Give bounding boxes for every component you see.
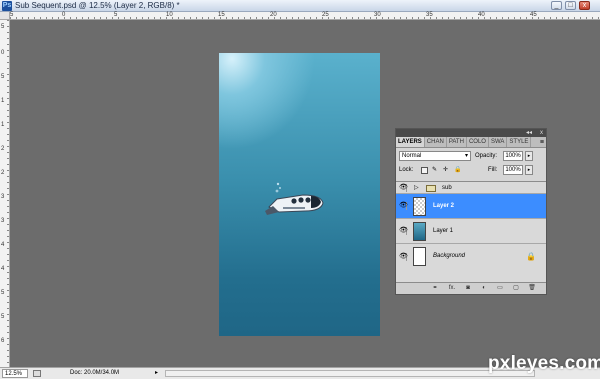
vertical-ruler[interactable]: 5 0 5 1 1 2 2 3 3 4 4 5 5 6 [0,20,10,367]
photoshop-icon: Ps [2,1,12,11]
window-title: Sub Sequent.psd @ 12.5% (Layer 2, RGB/8)… [15,1,180,10]
layer-row-layer-2[interactable]: 👁 Layer 2 [396,194,546,219]
new-layer-icon[interactable]: ▢ [512,285,520,292]
folder-icon [426,185,436,192]
ruler-label: 4 [1,266,5,272]
tab-styles[interactable]: STYLE [507,137,532,147]
layer-thumbnail [413,197,426,216]
ruler-label: 40 [478,12,485,18]
ruler-label: 30 [374,12,381,18]
panel-menu-icon[interactable]: ≡ [540,137,546,147]
tab-swatches[interactable]: SWA [489,137,508,147]
expand-triangle-icon[interactable]: ▷ [414,185,419,191]
document-size: Doc: 20.0M/34.0M [70,370,120,376]
ruler-label: 5 [10,12,14,18]
lock-all-icon[interactable]: 🔒 [454,165,461,175]
minimize-button[interactable]: _ [551,1,562,10]
trash-icon[interactable]: 🗑 [528,285,536,292]
ruler-corner[interactable] [0,12,10,20]
tab-layers[interactable]: LAYERS [396,137,425,147]
fill-slider-button[interactable]: ▸ [525,165,533,175]
eye-icon[interactable]: 👁 [399,202,408,210]
lock-image-icon[interactable]: ✎ [432,165,437,175]
close-button[interactable]: x [579,1,590,10]
layer-name: sub [442,185,452,191]
panel-title-strip[interactable]: ◂◂ x [396,129,546,137]
opacity-label: Opacity: [475,153,498,159]
status-menu-arrow[interactable]: ▸ [155,368,158,379]
ruler-label: 1 [1,122,5,128]
maximize-button[interactable]: □ [565,1,576,10]
fill-label: Fill: [488,167,498,173]
ruler-label: 6 [1,338,5,344]
collapse-panel-button[interactable]: ◂◂ [526,129,532,137]
ruler-label: 3 [1,194,5,200]
ruler-label: 5 [1,314,5,320]
opacity-input[interactable]: 100% [503,151,523,161]
document-canvas[interactable] [219,53,380,336]
watermark-logo: pxleyes.com [488,353,600,374]
chevron-down-icon: ▾ [464,153,468,159]
ruler-label: 5 [1,24,5,30]
ruler-label: 25 [322,12,329,18]
layer-name: Layer 1 [433,228,454,234]
ruler-label: 0 [62,12,66,18]
layer-row-sub[interactable]: 👁 ▷ sub [396,182,546,194]
ruler-label: 4 [1,242,5,248]
ruler-label: 2 [1,146,5,152]
blend-row: Normal ▾ Opacity: 100% ▸ [396,148,546,163]
mask-icon[interactable]: ◙ [464,285,472,292]
layer-thumbnail [413,222,426,241]
horizontal-scrollbar[interactable] [165,370,535,377]
layers-list: 👁 ▷ sub 👁 Layer 2 👁 Layer 1 👁 Background… [396,181,546,283]
document-icon[interactable] [33,370,41,377]
tab-paths[interactable]: PATH [447,137,467,147]
ruler-label: 35 [426,12,433,18]
layer-row-background[interactable]: 👁 Background 🔒 [396,244,546,269]
fx-icon[interactable]: fx. [447,285,457,292]
horizontal-ruler[interactable]: 5 0 5 10 15 20 25 30 35 40 45 [10,12,600,20]
fill-input[interactable]: 100% [503,165,523,175]
ruler-label: 5 [114,12,118,18]
lock-icon: 🔒 [526,252,536,261]
blend-mode-value: Normal [402,153,422,159]
folder-icon[interactable]: ▭ [496,285,504,292]
panel-tabs: LAYERS CHAN PATH COLO SWA STYLE ≡ [396,137,546,148]
link-icon[interactable]: ⚭ [431,285,439,292]
eye-icon[interactable]: 👁 [399,183,408,192]
layer-row-layer-1[interactable]: 👁 Layer 1 [396,219,546,244]
layer-thumbnail [413,247,426,266]
lock-label: Lock: [399,167,414,173]
lock-row: Lock: ✎ ✛ 🔒 Fill: 100% ▸ [396,163,546,178]
ruler-label: 20 [270,12,277,18]
ruler-label: 15 [218,12,225,18]
ruler-label: 10 [166,12,173,18]
ruler-label: 1 [1,98,5,104]
tab-color[interactable]: COLO [467,137,489,147]
tab-channels[interactable]: CHAN [425,137,447,147]
panel-footer: ⚭ fx. ◙ ◐ ▭ ▢ 🗑 [396,282,546,294]
opacity-slider-button[interactable]: ▸ [525,151,533,161]
adjustment-icon[interactable]: ◐ [480,285,488,292]
eye-icon[interactable]: 👁 [399,252,408,261]
ruler-label: 0 [1,50,5,56]
ruler-label: 5 [1,290,5,296]
layer-name: Background [433,253,466,259]
title-bar: Ps Sub Sequent.psd @ 12.5% (Layer 2, RGB… [0,0,600,12]
ruler-label: 5 [1,74,5,80]
eye-icon[interactable]: 👁 [399,227,408,235]
ruler-label: 2 [1,170,5,176]
layers-panel: ◂◂ x LAYERS CHAN PATH COLO SWA STYLE ≡ N… [395,128,547,295]
zoom-field[interactable]: 12.5% [2,369,28,378]
lock-transparency-icon[interactable] [421,167,428,174]
blend-mode-select[interactable]: Normal ▾ [399,151,471,161]
submarine-image [265,182,324,215]
lock-position-icon[interactable]: ✛ [443,165,448,175]
close-panel-button[interactable]: x [540,129,543,137]
ruler-label: 3 [1,218,5,224]
layer-name: Layer 2 [433,203,455,209]
ruler-label: 45 [530,12,537,18]
